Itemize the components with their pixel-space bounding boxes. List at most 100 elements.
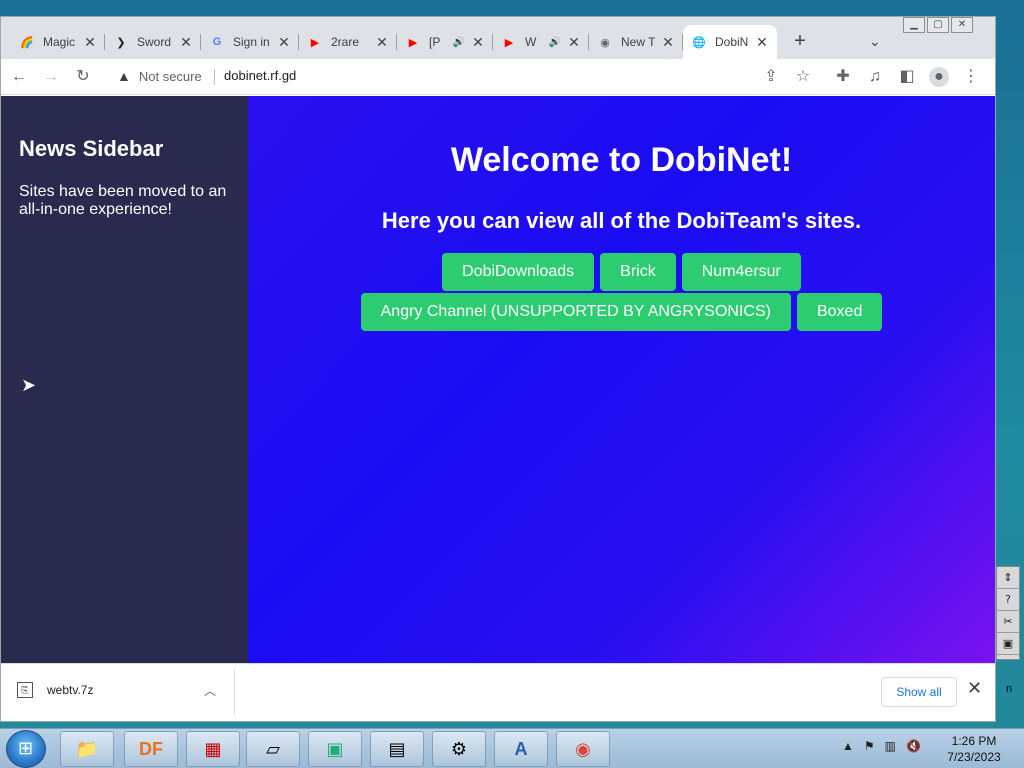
page-title: Welcome to DobiNet! [450,141,793,179]
taskbar-terminal-icon[interactable]: ▣ [308,731,362,767]
security-label: Not secure [138,68,202,84]
forward-arrow-icon[interactable]: → [41,67,61,87]
chevron-up-icon[interactable]: ︿ [204,682,216,699]
extensions-puzzle-icon[interactable]: ✚ [833,67,853,87]
menu-kebab-icon[interactable]: ⋮ [961,67,981,87]
tab-close-icon[interactable]: ✕ [83,34,97,51]
minimize-icon[interactable]: ▁ [903,17,925,33]
new-tab-button[interactable]: + [789,31,811,53]
start-button[interactable] [6,730,46,768]
taskbar-notepad-icon[interactable]: ▱ [246,731,300,767]
tab-search-chevron-down-icon[interactable]: ⌄ [869,33,881,50]
tab-title: W [525,35,537,49]
tab-favicon-icon: ❯ [116,36,126,49]
url-field[interactable]: dobinet.rf.gd [224,68,296,83]
web-page: News Sidebar Sites have been moved to an… [1,96,995,663]
tab-favicon-icon: G [212,36,222,48]
news-sidebar: News Sidebar Sites have been moved to an… [1,96,248,663]
download-item[interactable]: ⎘ webtv.7z [17,682,93,698]
site-button-angry-channel[interactable]: Angry Channel (UNSUPPORTED BY ANGRYSONIC… [360,293,791,331]
tab-close-icon[interactable]: ✕ [661,34,675,51]
gadget-arrows-icon[interactable]: ⇕ [997,567,1019,589]
taskbar-df-icon[interactable]: DF [124,731,178,767]
reload-icon[interactable]: ↻ [73,67,93,87]
security-indicator[interactable]: ▲ Not secure [117,68,202,84]
tab-3[interactable]: ▶ 2rare ✕ [299,25,397,59]
main-content: Welcome to DobiNet! Here you can view al… [248,96,995,663]
tab-1[interactable]: ❯ Sword ✕ [105,25,201,59]
taskbar-game-icon[interactable]: ▦ [186,731,240,767]
tab-strip: + ⌄ ▁ ▢ ✕ 🌈 Magic ✕ ❯ Sword ✕ G Sign in ✕ ▶ 2rare ✕… [1,17,995,59]
desktop-label: n [1006,683,1013,695]
clock-date: 7/23/2023 [947,750,1001,764]
tab-close-icon[interactable]: ✕ [471,34,485,51]
taskbar-wordpad-icon[interactable]: A [494,731,548,767]
speaker-icon[interactable]: 🔊 [453,37,465,48]
system-tray: ▲ ⚑ ▥ 🔇 [842,739,921,753]
tab-favicon-icon: 🌐 [692,36,706,49]
media-control-icon[interactable]: ♫ [865,67,885,87]
tab-6[interactable]: ◉ New T ✕ [589,25,683,59]
mouse-cursor-icon: ➤ [21,375,37,395]
tab-0[interactable]: 🌈 Magic ✕ [11,25,105,59]
tab-close-icon[interactable]: ✕ [755,34,769,51]
taskbar-document-icon[interactable]: ▤ [370,731,424,767]
tab-close-icon[interactable]: ✕ [567,34,581,51]
tab-4[interactable]: ▶ [P 🔊 ✕ [397,25,493,59]
tab-7[interactable]: 🌐 DobiN ✕ [683,25,777,59]
download-divider [234,670,235,714]
tray-network-icon[interactable]: ▥ [885,739,896,753]
share-icon[interactable]: ⇪ [761,67,781,87]
clock[interactable]: 1:26 PM 7/23/2023 [940,733,1008,765]
close-window-icon[interactable]: ✕ [951,17,973,33]
tab-close-icon[interactable]: ✕ [375,34,389,51]
tray-volume-muted-icon[interactable]: 🔇 [906,739,921,753]
tab-title: Sign in [233,35,270,49]
warning-triangle-icon: ▲ [117,68,131,84]
taskbar: 📁 DF ▦ ▱ ▣ ▤ ⚙ A ◉ ▲ ⚑ ▥ 🔇 1:26 PM 7/23/… [0,728,1024,768]
tab-title: DobiN [715,35,749,49]
site-button-boxed[interactable]: Boxed [796,293,883,331]
tab-favicon-icon: ▶ [408,36,418,49]
bookmark-star-icon[interactable]: ☆ [793,67,813,87]
tab-favicon-icon: ▶ [310,36,320,49]
tab-title: [P [429,35,441,49]
gadget-help-icon[interactable]: ? [997,589,1019,611]
side-panel-icon[interactable]: ◧ [897,67,917,87]
tab-title: Magic [43,35,76,49]
browser-toolbar: ← → ↻ ▲ Not secure dobinet.rf.gd ⇪ ☆ ✚ ♫… [1,59,995,95]
tab-title: New T [621,35,655,49]
profile-avatar-icon[interactable]: ● [929,67,949,87]
clock-time: 1:26 PM [951,734,997,748]
speaker-icon[interactable]: 🔊 [549,37,561,48]
tab-2[interactable]: G Sign in ✕ [201,25,299,59]
tab-close-icon[interactable]: ✕ [179,34,193,51]
back-arrow-icon[interactable]: ← [9,67,29,87]
page-subtitle: Here you can view all of the DobiTeam's … [381,208,862,233]
tab-5[interactable]: ▶ W 🔊 ✕ [493,25,589,59]
show-all-button[interactable]: Show all [881,677,957,707]
site-button-dobidownloads[interactable]: DobiDownloads [442,253,595,291]
site-buttons: DobiDownloads Brick Num4ersur Angry Chan… [342,253,902,333]
site-button-num4ersur[interactable]: Num4ersur [681,253,801,291]
tray-expand-icon[interactable]: ▲ [842,739,854,753]
omnibox-divider [214,69,215,85]
desktop-gadget-panel[interactable]: ⇕ ? ✂ ▣ [996,566,1020,660]
taskbar-explorer-folder-icon[interactable]: 📁 [60,731,114,767]
site-button-brick[interactable]: Brick [600,253,676,291]
maximize-icon[interactable]: ▢ [927,17,949,33]
download-file-name: webtv.7z [47,683,94,697]
taskbar-chrome-icon[interactable]: ◉ [556,731,610,767]
gadget-cut-icon[interactable]: ✂ [997,611,1019,633]
tab-close-icon[interactable]: ✕ [277,34,291,51]
window-controls: ▁ ▢ ✕ [901,17,973,33]
tray-flag-icon[interactable]: ⚑ [864,739,875,753]
tab-favicon-icon: ▶ [504,36,514,49]
gadget-app-icon[interactable]: ▣ [997,633,1019,655]
file-icon: ⎘ [17,682,33,698]
tab-favicon-icon: 🌈 [20,36,34,49]
browser-window: + ⌄ ▁ ▢ ✕ 🌈 Magic ✕ ❯ Sword ✕ G Sign in ✕ ▶ 2rare ✕… [0,16,996,722]
close-icon[interactable]: ✕ [967,678,982,699]
tab-title: 2rare [331,35,360,49]
taskbar-setup-icon[interactable]: ⚙ [432,731,486,767]
